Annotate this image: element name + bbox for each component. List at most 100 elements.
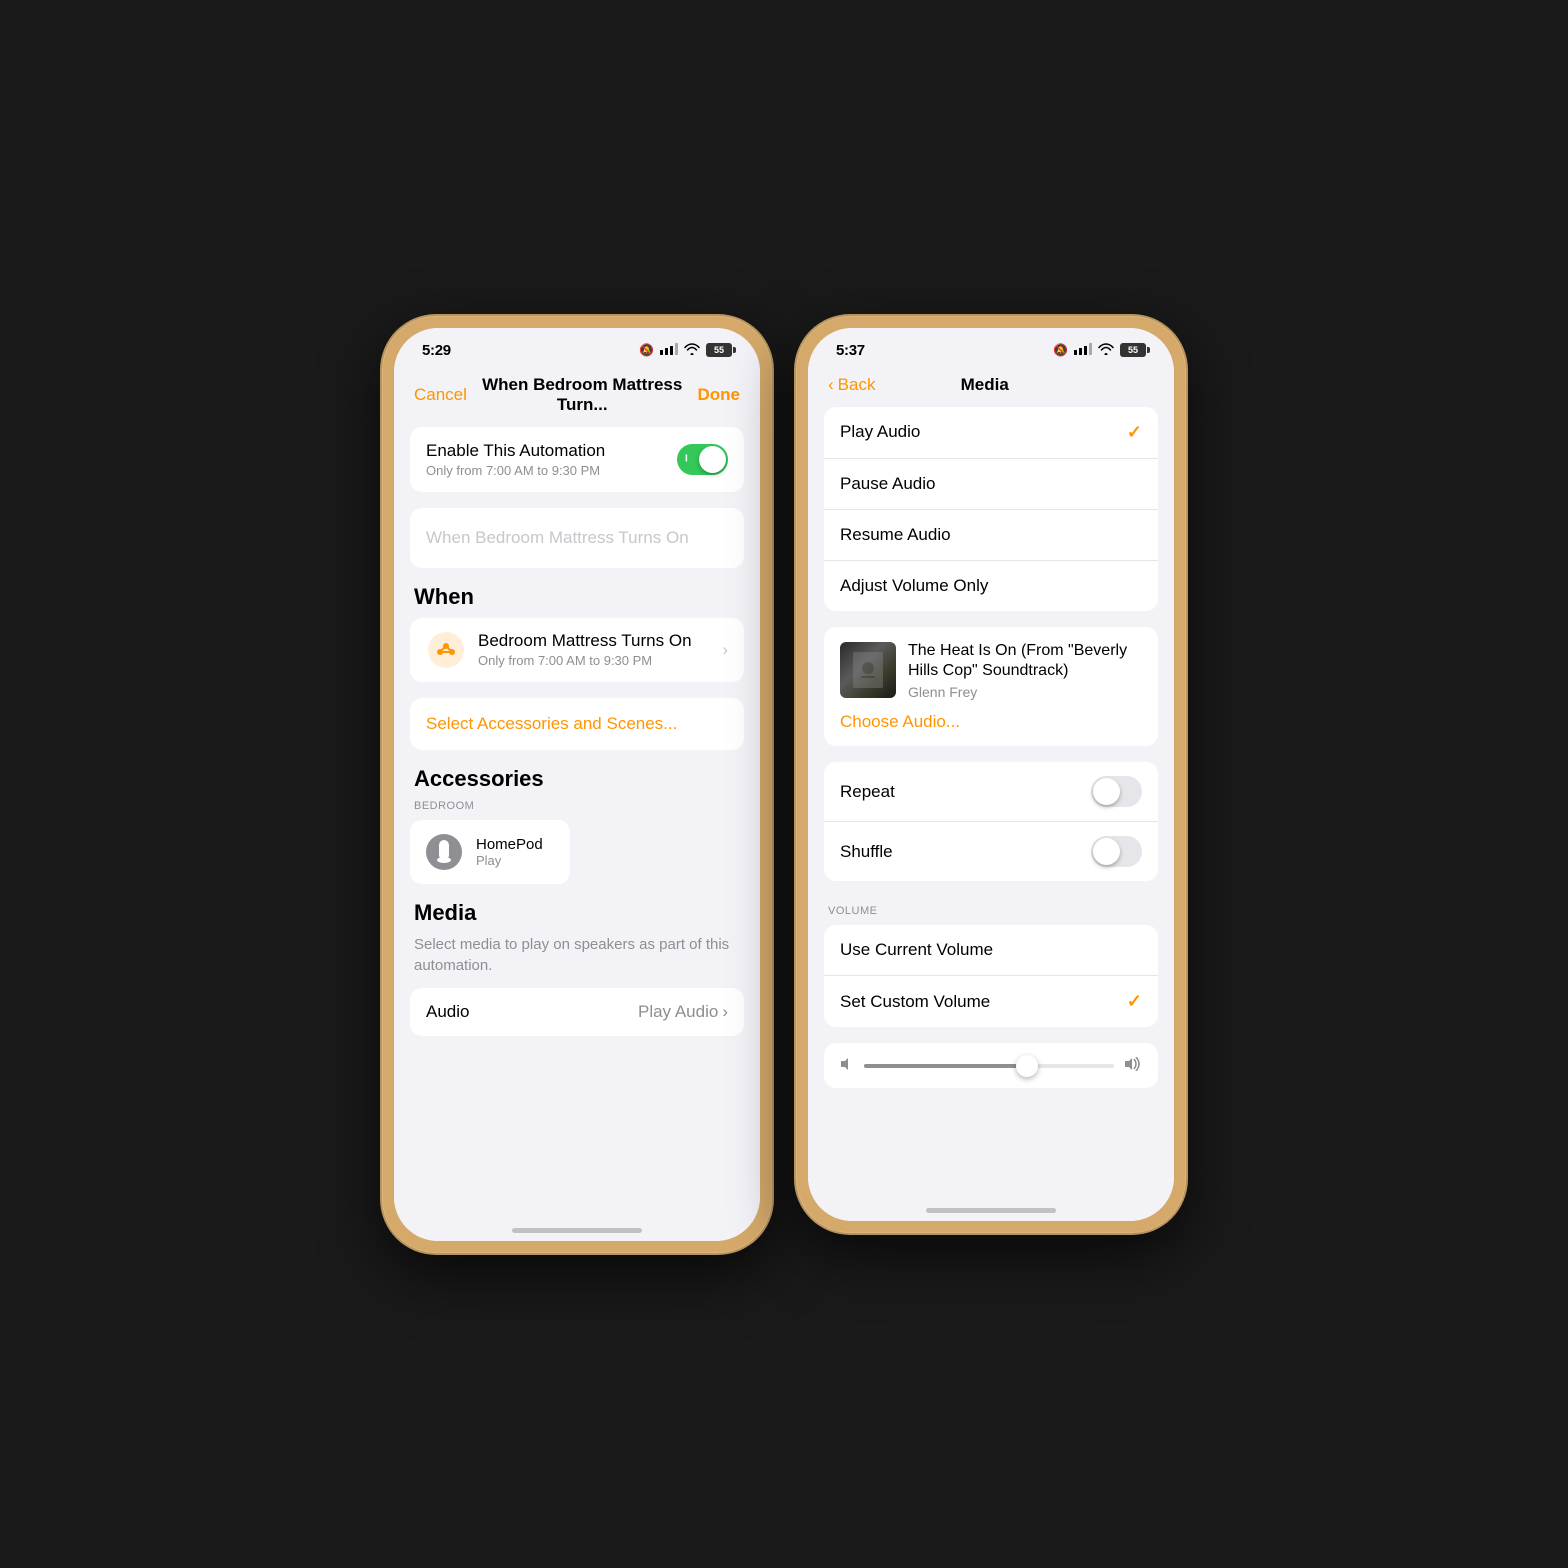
left-time: 5:29 [422, 342, 451, 359]
volume-slider-container [824, 1043, 1158, 1088]
play-audio-row[interactable]: Play Audio ✓ [824, 407, 1158, 459]
pause-audio-row[interactable]: Pause Audio [824, 459, 1158, 510]
homepod-action: Play [476, 853, 543, 868]
media-header: Media [410, 900, 744, 926]
play-audio-checkmark: ✓ [1127, 422, 1142, 443]
left-battery: 55 [706, 343, 732, 357]
right-content: Play Audio ✓ Pause Audio Resume Audio Ad… [808, 407, 1174, 1187]
repeat-row: Repeat [824, 762, 1158, 822]
repeat-toggle[interactable] [1091, 776, 1142, 807]
use-current-volume-label: Use Current Volume [840, 940, 993, 960]
song-info: The Heat Is On (From "Beverly Hills Cop"… [908, 641, 1142, 701]
choose-audio-button[interactable]: Choose Audio... [840, 712, 1142, 732]
right-time: 5:37 [836, 342, 865, 359]
audio-value: Play Audio › [638, 1002, 728, 1022]
trigger-subtitle: Only from 7:00 AM to 9:30 PM [478, 653, 710, 668]
trigger-row[interactable]: Bedroom Mattress Turns On Only from 7:00… [410, 618, 744, 682]
left-status-icons: 🔕 55 [639, 343, 732, 358]
back-button[interactable]: ‹ Back [828, 375, 875, 395]
homepod-container: HomePod Play [410, 820, 744, 884]
back-label: Back [838, 375, 876, 395]
homepod-info: HomePod Play [476, 836, 543, 868]
album-art [840, 642, 896, 698]
audio-options-card: Play Audio ✓ Pause Audio Resume Audio Ad… [824, 407, 1158, 611]
accessories-header: Accessories [410, 766, 744, 792]
shuffle-row: Shuffle [824, 822, 1158, 881]
repeat-shuffle-card: Repeat Shuffle [824, 762, 1158, 881]
left-nav-bar: Cancel When Bedroom Mattress Turn... Don… [394, 367, 760, 427]
trigger-card: Bedroom Mattress Turns On Only from 7:00… [410, 618, 744, 682]
right-nav-title: Media [875, 375, 1094, 395]
audio-chevron: › [722, 1002, 728, 1022]
right-status-bar: 5:37 🔕 55 [808, 328, 1174, 367]
signal-icon [660, 343, 678, 358]
audio-label: Audio [426, 1002, 469, 1022]
pause-audio-label: Pause Audio [840, 474, 935, 494]
cancel-button[interactable]: Cancel [414, 385, 467, 405]
album-art-image [840, 642, 896, 698]
media-desc: Select media to play on speakers as part… [410, 934, 744, 988]
back-chevron-icon: ‹ [828, 375, 834, 395]
volume-slider-track[interactable] [864, 1064, 1114, 1068]
volume-options-card: Use Current Volume Set Custom Volume ✓ [824, 925, 1158, 1027]
wifi-icon [684, 343, 700, 358]
mattress-icon [426, 630, 466, 670]
enable-automation-card: Enable This Automation Only from 7:00 AM… [410, 427, 744, 492]
done-button[interactable]: Done [698, 385, 741, 405]
enable-sublabel: Only from 7:00 AM to 9:30 PM [426, 463, 605, 478]
homepod-icon [426, 834, 462, 870]
audio-row[interactable]: Audio Play Audio › [410, 988, 744, 1036]
homepod-card[interactable]: HomePod Play [410, 820, 570, 884]
bedroom-label: BEDROOM [410, 800, 744, 820]
left-phone-screen: 5:29 🔕 55 Cancel When Bedroom [394, 328, 760, 1241]
enable-row: Enable This Automation Only from 7:00 AM… [410, 427, 744, 492]
adjust-volume-label: Adjust Volume Only [840, 576, 988, 596]
right-bottom-spacer [824, 1088, 1158, 1128]
repeat-label: Repeat [840, 782, 895, 802]
set-custom-volume-checkmark: ✓ [1127, 991, 1142, 1012]
volume-low-icon [840, 1057, 854, 1074]
right-signal-icon [1074, 343, 1092, 358]
bottom-spacer [410, 1052, 744, 1092]
volume-slider-thumb[interactable] [1016, 1055, 1038, 1077]
enable-text-group: Enable This Automation Only from 7:00 AM… [426, 441, 605, 478]
set-custom-volume-row[interactable]: Set Custom Volume ✓ [824, 976, 1158, 1027]
left-home-bar [512, 1228, 642, 1233]
toggle-on-label: I [685, 454, 688, 465]
left-content: Enable This Automation Only from 7:00 AM… [394, 427, 760, 1207]
right-mute-icon: 🔕 [1053, 343, 1068, 357]
enable-label: Enable This Automation [426, 441, 605, 461]
left-nav-title: When Bedroom Mattress Turn... [467, 375, 698, 415]
set-custom-volume-label: Set Custom Volume [840, 992, 990, 1012]
song-artist: Glenn Frey [908, 684, 1142, 700]
placeholder-card[interactable]: When Bedroom Mattress Turns On [410, 508, 744, 568]
resume-audio-row[interactable]: Resume Audio [824, 510, 1158, 561]
volume-slider-fill [864, 1064, 1027, 1068]
volume-high-icon [1124, 1057, 1142, 1074]
mute-icon: 🔕 [639, 343, 654, 357]
enable-toggle[interactable]: I [677, 444, 728, 475]
homepod-name: HomePod [476, 836, 543, 853]
select-accessories-row[interactable]: Select Accessories and Scenes... [410, 698, 744, 750]
right-battery: 55 [1120, 343, 1146, 357]
use-current-volume-row[interactable]: Use Current Volume [824, 925, 1158, 976]
shuffle-toggle[interactable] [1091, 836, 1142, 867]
placeholder-text: When Bedroom Mattress Turns On [426, 528, 689, 548]
trigger-chevron: › [722, 640, 728, 660]
adjust-volume-row[interactable]: Adjust Volume Only [824, 561, 1158, 611]
choose-audio-text: Choose Audio... [840, 712, 960, 731]
right-wifi-icon [1098, 343, 1114, 358]
select-accessories-text: Select Accessories and Scenes... [426, 714, 677, 733]
volume-header: VOLUME [824, 889, 1158, 925]
song-title: The Heat Is On (From "Beverly Hills Cop"… [908, 641, 1142, 683]
trigger-text: Bedroom Mattress Turns On Only from 7:00… [478, 631, 710, 668]
song-row: The Heat Is On (From "Beverly Hills Cop"… [840, 641, 1142, 701]
play-audio-label: Play Audio [840, 422, 920, 442]
right-home-indicator [808, 1187, 1174, 1221]
left-status-bar: 5:29 🔕 55 [394, 328, 760, 367]
right-nav-bar: ‹ Back Media [808, 367, 1174, 407]
right-phone: 5:37 🔕 55 ‹ Back [796, 316, 1186, 1233]
right-status-icons: 🔕 55 [1053, 343, 1146, 358]
song-card: The Heat Is On (From "Beverly Hills Cop"… [824, 627, 1158, 747]
when-header: When [410, 584, 744, 610]
